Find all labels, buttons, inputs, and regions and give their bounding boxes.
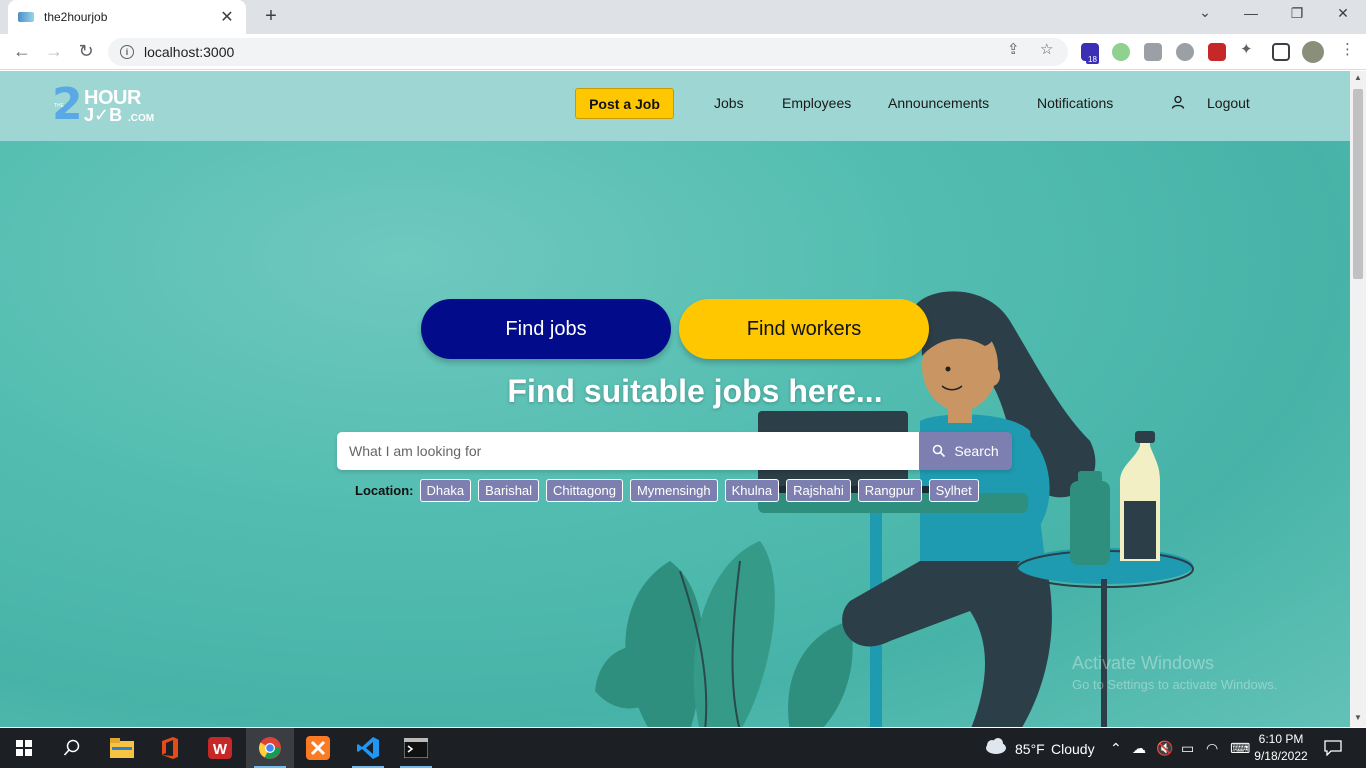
vscode-icon[interactable] (344, 728, 392, 768)
location-chip-rangpur[interactable]: Rangpur (857, 479, 922, 502)
extension-circle-icon[interactable] (1112, 43, 1130, 61)
location-chip-mymensingh[interactable]: Mymensingh (629, 479, 718, 502)
site-header: 2 THE HOUR J✓B .COM Post a Job Jobs Empl… (0, 71, 1350, 141)
page-scrollbar[interactable]: ▲ ▼ (1350, 71, 1366, 727)
start-windows-icon[interactable] (0, 728, 48, 768)
taskbar-date[interactable]: 9/18/2022 (1246, 749, 1316, 763)
logo-the: THE (54, 103, 64, 109)
share-icon[interactable]: ⇪ (1007, 40, 1020, 58)
xampp-icon[interactable] (294, 728, 342, 768)
tab-search-chevron-icon[interactable]: ⌄ (1195, 4, 1215, 21)
logo-com: .COM (128, 113, 155, 124)
post-a-job-button[interactable]: Post a Job (575, 88, 674, 119)
address-bar[interactable]: i localhost:3000 (108, 38, 1068, 66)
scroll-thumb[interactable] (1353, 89, 1363, 279)
nav-jobs[interactable]: Jobs (714, 95, 744, 111)
page-viewport: 2 THE HOUR J✓B .COM Post a Job Jobs Empl… (0, 71, 1350, 727)
weather-condition[interactable]: Cloudy (1051, 741, 1095, 757)
location-chip-rajshahi[interactable]: Rajshahi (786, 479, 851, 502)
nav-logout[interactable]: Logout (1207, 95, 1250, 111)
location-chip-khulna[interactable]: Khulna (724, 479, 780, 502)
minimize-button[interactable]: — (1241, 5, 1261, 21)
back-arrow-icon[interactable]: ← (11, 41, 33, 62)
office-icon[interactable] (146, 728, 194, 768)
extension-camera-icon[interactable] (1144, 43, 1162, 61)
reload-icon[interactable]: ↻ (75, 41, 97, 62)
find-workers-button[interactable]: Find workers (679, 299, 929, 359)
location-chip-barishal[interactable]: Barishal (478, 479, 540, 502)
search-bar: Search (337, 432, 1012, 470)
extensions-puzzle-icon[interactable]: ✦ (1240, 40, 1253, 58)
tab-close-icon[interactable]: ✕ (218, 7, 236, 27)
hero-title: Find suitable jobs here... (507, 373, 883, 409)
tab-title: the2hourjob (44, 10, 108, 24)
extension-gear-icon[interactable] (1176, 43, 1194, 61)
file-explorer-icon[interactable] (98, 728, 146, 768)
location-label: Location: (355, 483, 414, 498)
scroll-down-arrow-icon[interactable]: ▼ (1354, 713, 1362, 722)
chrome-taskbar-icon[interactable] (246, 728, 294, 768)
window-close-button[interactable]: ✕ (1333, 5, 1353, 22)
svg-text:W: W (213, 741, 228, 758)
search-icon (933, 444, 946, 458)
browser-menu-icon[interactable]: ⋮ (1340, 40, 1355, 58)
find-jobs-button[interactable]: Find jobs (421, 299, 671, 359)
speaker-muted-icon[interactable]: 🔇 (1156, 740, 1173, 757)
side-panel-icon[interactable] (1272, 43, 1290, 61)
terminal-icon[interactable] (392, 728, 440, 768)
extension-badge: 18 (1086, 55, 1099, 64)
wifi-icon[interactable]: ◠ (1206, 740, 1218, 757)
search-input[interactable] (337, 432, 919, 470)
site-info-icon[interactable]: i (120, 45, 134, 59)
nav-notifications[interactable]: Notifications (1037, 95, 1113, 111)
taskbar-time[interactable]: 6:10 PM (1246, 732, 1316, 746)
activate-windows-title: Activate Windows (1072, 653, 1215, 673)
location-chip-chittagong[interactable]: Chittagong (546, 479, 623, 502)
location-chip-sylhet[interactable]: Sylhet (928, 479, 979, 502)
user-profile-icon[interactable] (1171, 95, 1185, 109)
onedrive-cloud-icon[interactable]: ☁ (1132, 740, 1146, 757)
scroll-up-arrow-icon[interactable]: ▲ (1354, 73, 1362, 82)
search-button[interactable]: Search (919, 432, 1012, 470)
url-text: localhost:3000 (144, 44, 235, 60)
bookmark-star-icon[interactable]: ☆ (1040, 40, 1053, 58)
site-logo[interactable]: 2 THE HOUR J✓B .COM (52, 79, 162, 130)
forward-arrow-icon[interactable]: → (43, 41, 65, 62)
battery-icon[interactable]: ▭ (1181, 740, 1194, 757)
nav-employees[interactable]: Employees (782, 95, 851, 111)
browser-tab[interactable]: the2hourjob ✕ (8, 0, 246, 34)
tray-chevron-up-icon[interactable]: ⌃ (1110, 740, 1122, 757)
new-tab-button[interactable]: + (260, 5, 282, 28)
profile-avatar[interactable] (1302, 41, 1324, 63)
weather-cloud-icon[interactable] (983, 737, 1007, 755)
notification-center-icon[interactable] (1324, 740, 1342, 756)
taskbar-search-icon[interactable] (48, 728, 96, 768)
extension-red-icon[interactable] (1208, 43, 1226, 61)
logo-job: J✓B (84, 105, 123, 125)
hero-section: Find jobs Find workers Find suitable job… (0, 141, 1350, 727)
browser-tab-strip: the2hourjob ✕ + ⌄ — ❐ ✕ (0, 0, 1366, 34)
weather-temperature[interactable]: 85°F (1015, 741, 1045, 757)
restore-button[interactable]: ❐ (1287, 5, 1307, 22)
site-favicon-icon (18, 12, 34, 22)
location-filter: Location: Dhaka Barishal Chittagong Myme… (355, 479, 980, 502)
wps-office-icon[interactable]: W (196, 728, 244, 768)
browser-toolbar: ← → ↻ i localhost:3000 ⇪ ☆ 18 ✦ ⋮ (0, 34, 1366, 70)
location-chip-dhaka[interactable]: Dhaka (419, 479, 472, 502)
search-button-label: Search (954, 443, 999, 459)
nav-announcements[interactable]: Announcements (888, 95, 989, 111)
activate-windows-subtitle: Go to Settings to activate Windows. (1072, 677, 1278, 692)
windows-taskbar: W 85°F Cloudy ⌃ ☁ 🔇 ▭ ◠ ⌨ 6:10 PM 9/18/2… (0, 728, 1366, 768)
